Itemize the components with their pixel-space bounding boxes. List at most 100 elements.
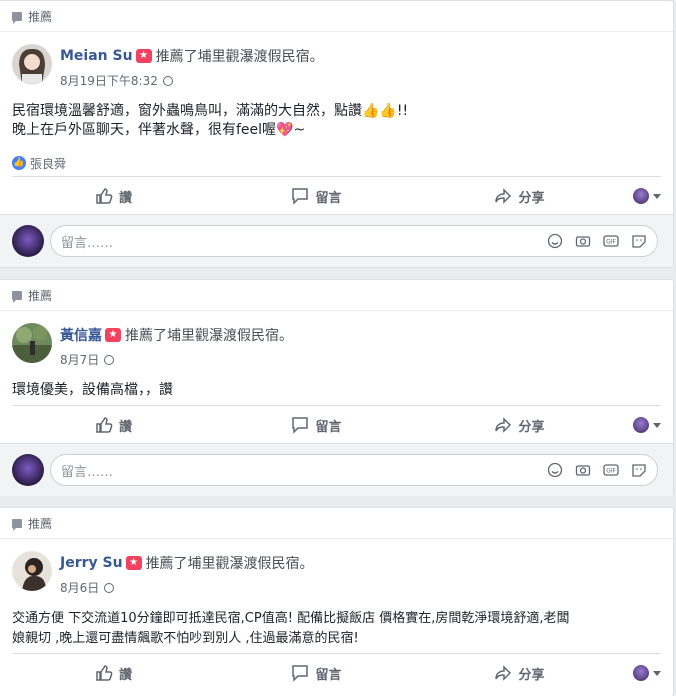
share-label: 分享 — [518, 190, 545, 206]
comment-icon — [292, 417, 309, 434]
post-card: 推薦 Jerry Su ★ 推薦了埔里觀瀑渡假民宿。 8月6日 交通方便 下交流… — [0, 507, 674, 696]
post-text: 環境優美，設備高檔，，讚 — [0, 381, 673, 400]
share-button[interactable]: 分享 — [418, 416, 621, 435]
comment-label: 留言 — [315, 419, 342, 435]
comment-button[interactable]: 留言 — [215, 416, 418, 435]
post-text-line: 環境優美，設備高檔，，讚 — [12, 382, 173, 398]
comment-input[interactable]: 留言…… GIF — [50, 225, 658, 257]
comment-label: 留言 — [315, 190, 342, 206]
like-label: 讚 — [118, 667, 132, 683]
reaction-selector[interactable] — [621, 665, 661, 681]
globe-icon — [104, 354, 115, 365]
comment-icon — [292, 665, 309, 682]
post-text-line: 交通方便 下交流道10分鐘即可抵達民宿,CP值高! 配備比擬飯店 價格實在,房間… — [12, 611, 570, 626]
action-bar: 讚 留言 分享 — [12, 405, 661, 444]
post-card: 推薦 Meian Su ★ 推薦了埔里觀瀑渡假民宿。 8月19日下午8:32 民… — [0, 0, 674, 268]
post-date[interactable]: 8月6日 — [60, 579, 99, 596]
avatar[interactable] — [12, 551, 52, 591]
recommend-badge-icon: ★ — [105, 328, 121, 342]
share-label: 分享 — [518, 667, 545, 683]
globe-icon — [104, 582, 115, 593]
reaction-selector[interactable] — [621, 188, 661, 204]
recommend-badge-icon: ★ — [135, 49, 152, 63]
comment-row: 留言…… GIF — [0, 443, 673, 496]
share-arrow-icon — [495, 665, 512, 681]
speech-bubble-icon — [12, 518, 22, 531]
avatar — [12, 225, 44, 257]
recommend-badge-icon: ★ — [125, 556, 142, 570]
emoji-icon[interactable] — [547, 233, 563, 249]
post-tag-label: 推薦 — [28, 288, 53, 303]
likes-row[interactable]: 👍 張良舜 — [0, 150, 673, 176]
post-card: 推薦 黃信嘉 ★ 推薦了埔里觀瀑渡假民宿。 8月7日 環境優美，設備高檔，，讚 … — [0, 279, 674, 496]
author-name[interactable]: Meian Su — [60, 48, 133, 64]
post-text: 交通方便 下交流道10分鐘即可抵達民宿,CP值高! 配備比擬飯店 價格實在,房間… — [0, 609, 673, 649]
action-bar: 讚 留言 分享 — [12, 653, 661, 692]
author-name[interactable]: 黃信嘉 — [60, 325, 102, 345]
recommend-text: 推薦了埔里觀瀑渡假民宿。 — [155, 49, 324, 65]
share-arrow-icon — [495, 417, 512, 433]
avatar[interactable] — [12, 44, 52, 84]
action-bar: 讚 留言 分享 — [12, 176, 661, 215]
post-text-line: 民宿環境溫馨舒適，窗外蟲鳴鳥叫，滿滿的大自然，點讚👍👍!! — [12, 103, 409, 119]
comment-placeholder: 留言…… — [61, 464, 114, 480]
avatar[interactable] — [12, 323, 52, 363]
like-label: 讚 — [118, 190, 132, 206]
comment-label: 留言 — [315, 667, 342, 683]
post-text-line: 晚上在戶外區聊天，伴著水聲，很有feel喔💖~ — [12, 122, 306, 138]
post-tag-label: 推薦 — [28, 9, 53, 24]
camera-icon[interactable] — [575, 462, 591, 478]
like-button[interactable]: 讚 — [12, 416, 215, 435]
post-header: 黃信嘉 ★ 推薦了埔里觀瀑渡假民宿。 8月7日 — [0, 311, 673, 373]
thumbs-up-icon — [96, 417, 113, 433]
post-tag-row: 推薦 — [0, 1, 673, 32]
share-label: 分享 — [518, 419, 545, 435]
post-header: Jerry Su ★ 推薦了埔里觀瀑渡假民宿。 8月6日 — [0, 539, 673, 601]
gif-icon[interactable]: GIF — [603, 462, 619, 478]
share-button[interactable]: 分享 — [418, 664, 621, 683]
share-button[interactable]: 分享 — [418, 187, 621, 206]
reaction-selector[interactable] — [621, 417, 661, 433]
chevron-down-icon — [653, 193, 661, 199]
sticker-icon[interactable] — [631, 233, 647, 249]
avatar — [633, 188, 649, 204]
globe-icon — [162, 75, 173, 86]
svg-text:GIF: GIF — [606, 239, 616, 246]
speech-bubble-icon — [12, 290, 22, 303]
share-arrow-icon — [495, 188, 512, 204]
avatar — [12, 454, 44, 486]
comment-input[interactable]: 留言…… GIF — [50, 454, 658, 486]
avatar — [633, 417, 649, 433]
thumbs-up-icon — [96, 665, 113, 681]
comment-row: 留言…… GIF — [0, 214, 673, 267]
thumbs-up-icon — [96, 188, 113, 204]
post-tag-row: 推薦 — [0, 508, 673, 539]
author-name[interactable]: Jerry Su — [60, 555, 123, 571]
like-badge-icon: 👍 — [12, 156, 26, 170]
post-text-line: 娘親切 ,晚上還可盡情飆歌不怕吵到別人 ,住過最滿意的民宿! — [12, 631, 359, 646]
comment-placeholder: 留言…… — [61, 235, 114, 251]
post-date[interactable]: 8月19日下午8:32 — [60, 72, 158, 89]
chevron-down-icon — [653, 422, 661, 428]
post-header: Meian Su ★ 推薦了埔里觀瀑渡假民宿。 8月19日下午8:32 — [0, 32, 673, 94]
comment-button[interactable]: 留言 — [215, 187, 418, 206]
post-date[interactable]: 8月7日 — [60, 351, 99, 368]
like-label: 讚 — [118, 419, 132, 435]
post-text: 民宿環境溫馨舒適，窗外蟲鳴鳥叫，滿滿的大自然，點讚👍👍!! 晚上在戶外區聊天，伴… — [0, 102, 673, 140]
emoji-icon[interactable] — [547, 462, 563, 478]
sticker-icon[interactable] — [631, 462, 647, 478]
svg-text:GIF: GIF — [606, 468, 616, 475]
speech-bubble-icon — [12, 11, 22, 24]
recommend-text: 推薦了埔里觀瀑渡假民宿。 — [125, 328, 293, 344]
comment-button[interactable]: 留言 — [215, 664, 418, 683]
chevron-down-icon — [653, 670, 661, 676]
recommend-text: 推薦了埔里觀瀑渡假民宿。 — [145, 556, 314, 572]
like-button[interactable]: 讚 — [12, 664, 215, 683]
comment-icon — [292, 188, 309, 205]
avatar — [633, 665, 649, 681]
camera-icon[interactable] — [575, 233, 591, 249]
liked-by-name[interactable]: 張良舜 — [30, 155, 66, 172]
gif-icon[interactable]: GIF — [603, 233, 619, 249]
post-tag-row: 推薦 — [0, 280, 673, 311]
like-button[interactable]: 讚 — [12, 187, 215, 206]
